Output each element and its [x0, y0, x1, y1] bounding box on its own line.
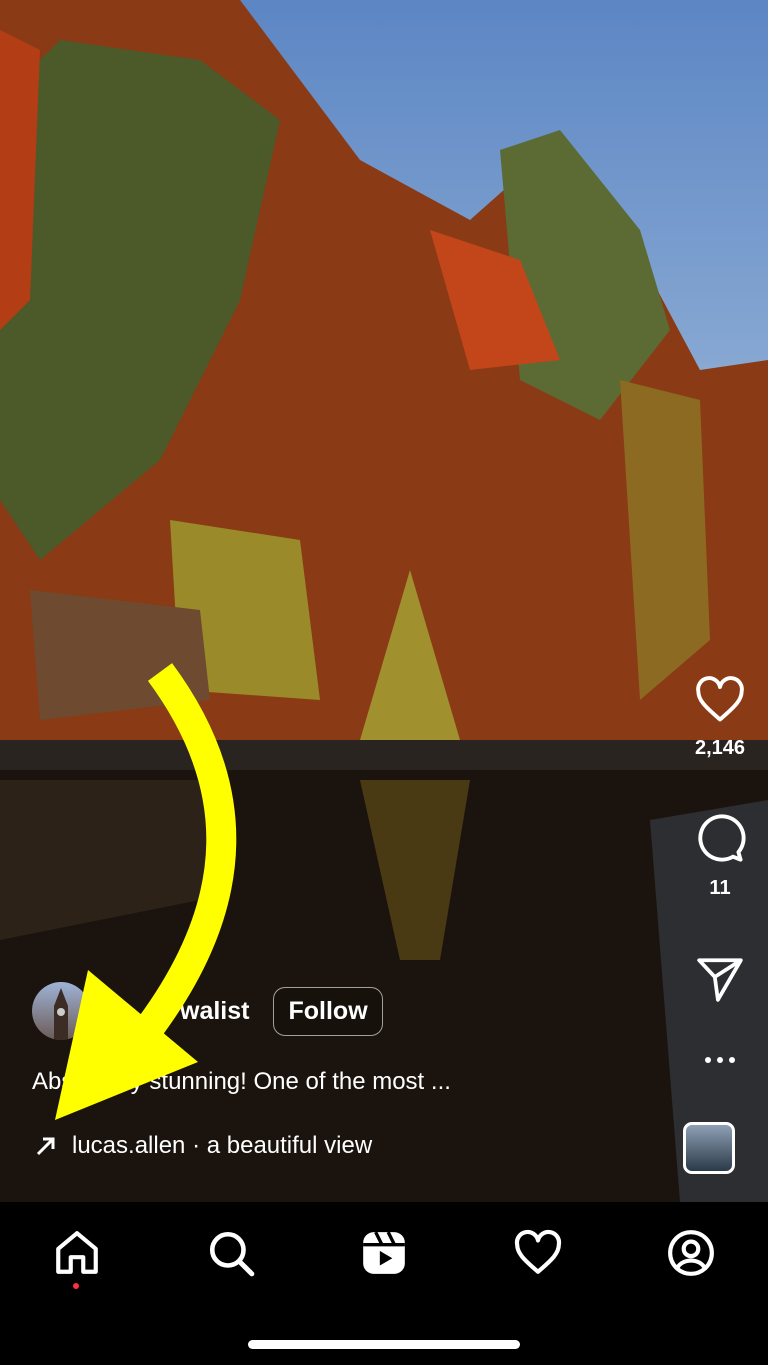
comment-count: 11	[709, 877, 731, 899]
reel-video[interactable]: 2,146 11 walist Follow Absolutely stunni…	[0, 0, 768, 1202]
arrow-up-right-icon	[36, 1137, 55, 1156]
search-icon[interactable]	[206, 1228, 256, 1278]
share-button[interactable]	[672, 956, 768, 1007]
comment-action[interactable]: 11	[672, 812, 768, 900]
like-action[interactable]: 2,146	[672, 676, 768, 760]
home-icon[interactable]	[52, 1228, 102, 1278]
heart-icon[interactable]	[694, 676, 746, 724]
like-count: 2,146	[694, 737, 746, 759]
author-row: walist Follow	[32, 982, 383, 1040]
more-options-button[interactable]	[672, 1052, 768, 1070]
activity-heart-icon[interactable]	[513, 1228, 563, 1278]
audio-thumbnail[interactable]	[683, 1122, 735, 1174]
send-icon[interactable]	[695, 956, 745, 1002]
caption[interactable]: Absolutely stunning! One of the most ...	[32, 1068, 451, 1096]
follow-button[interactable]: Follow	[273, 986, 383, 1036]
avatar[interactable]	[32, 982, 90, 1040]
username[interactable]: walist	[180, 997, 249, 1026]
profile-icon[interactable]	[666, 1228, 716, 1278]
clock-tower-image	[54, 988, 68, 1040]
more-icon[interactable]	[703, 1055, 737, 1065]
audio-link[interactable]: lucas.allen · a beautiful view	[34, 1132, 372, 1160]
notification-dot	[73, 1283, 79, 1289]
comment-icon[interactable]	[694, 812, 746, 864]
home-indicator[interactable]	[248, 1340, 520, 1349]
reels-icon[interactable]	[359, 1228, 409, 1278]
audio-label: lucas.allen · a beautiful view	[72, 1132, 373, 1159]
